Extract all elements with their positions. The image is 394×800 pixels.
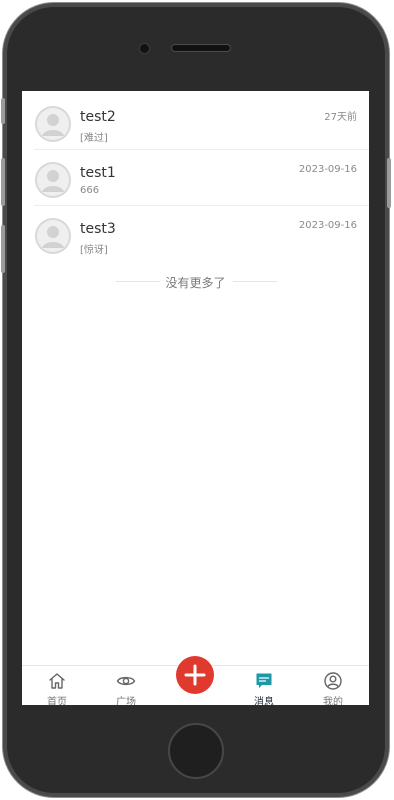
bottom-tab-bar: 首页 广场 消息 我的 bbox=[22, 656, 369, 705]
message-item[interactable]: test3 [惊讶] 2023-09-16 bbox=[22, 206, 369, 262]
message-item[interactable]: test1 666 2023-09-16 bbox=[22, 150, 369, 206]
chat-bubble-icon bbox=[256, 673, 272, 688]
contact-name: test3 bbox=[80, 221, 116, 237]
eye-icon bbox=[116, 676, 136, 686]
contact-name: test1 bbox=[80, 165, 116, 181]
no-more-indicator: 没有更多了 bbox=[22, 274, 369, 290]
tab-label: 首页 bbox=[47, 697, 67, 705]
power-button bbox=[387, 158, 391, 208]
last-message: [惊讶] bbox=[80, 245, 108, 256]
volume-down-button bbox=[1, 225, 5, 273]
publish-button[interactable] bbox=[176, 656, 214, 694]
plus-icon bbox=[184, 664, 206, 686]
tab-label: 广场 bbox=[116, 697, 136, 705]
contact-name: test2 bbox=[80, 109, 116, 125]
no-more-text: 没有更多了 bbox=[165, 276, 226, 290]
hardware-home-button[interactable] bbox=[168, 723, 224, 779]
mute-switch bbox=[1, 98, 5, 124]
volume-up-button bbox=[1, 158, 5, 206]
tab-messages[interactable]: 消息 bbox=[239, 668, 289, 705]
user-circle-icon bbox=[324, 672, 342, 690]
last-message: [难过] bbox=[80, 133, 108, 144]
avatar bbox=[35, 162, 71, 198]
message-time: 2023-09-16 bbox=[298, 164, 357, 175]
app-screen: test2 [难过] 27天前 test1 666 2023-09-16 tes… bbox=[22, 91, 369, 705]
tab-home[interactable]: 首页 bbox=[32, 668, 82, 705]
earpiece-speaker bbox=[171, 44, 231, 52]
message-item[interactable]: test2 [难过] 27天前 bbox=[22, 94, 369, 150]
last-message: 666 bbox=[80, 185, 100, 196]
divider bbox=[233, 281, 277, 282]
avatar bbox=[35, 218, 71, 254]
message-time: 2023-09-16 bbox=[298, 220, 357, 231]
tab-label: 消息 bbox=[254, 697, 274, 705]
front-camera bbox=[139, 43, 150, 54]
tab-mine[interactable]: 我的 bbox=[308, 668, 358, 705]
tab-square[interactable]: 广场 bbox=[101, 668, 151, 705]
tab-label: 我的 bbox=[323, 697, 343, 705]
message-time: 27天前 bbox=[324, 112, 357, 123]
avatar bbox=[35, 106, 71, 142]
home-icon bbox=[49, 673, 65, 689]
